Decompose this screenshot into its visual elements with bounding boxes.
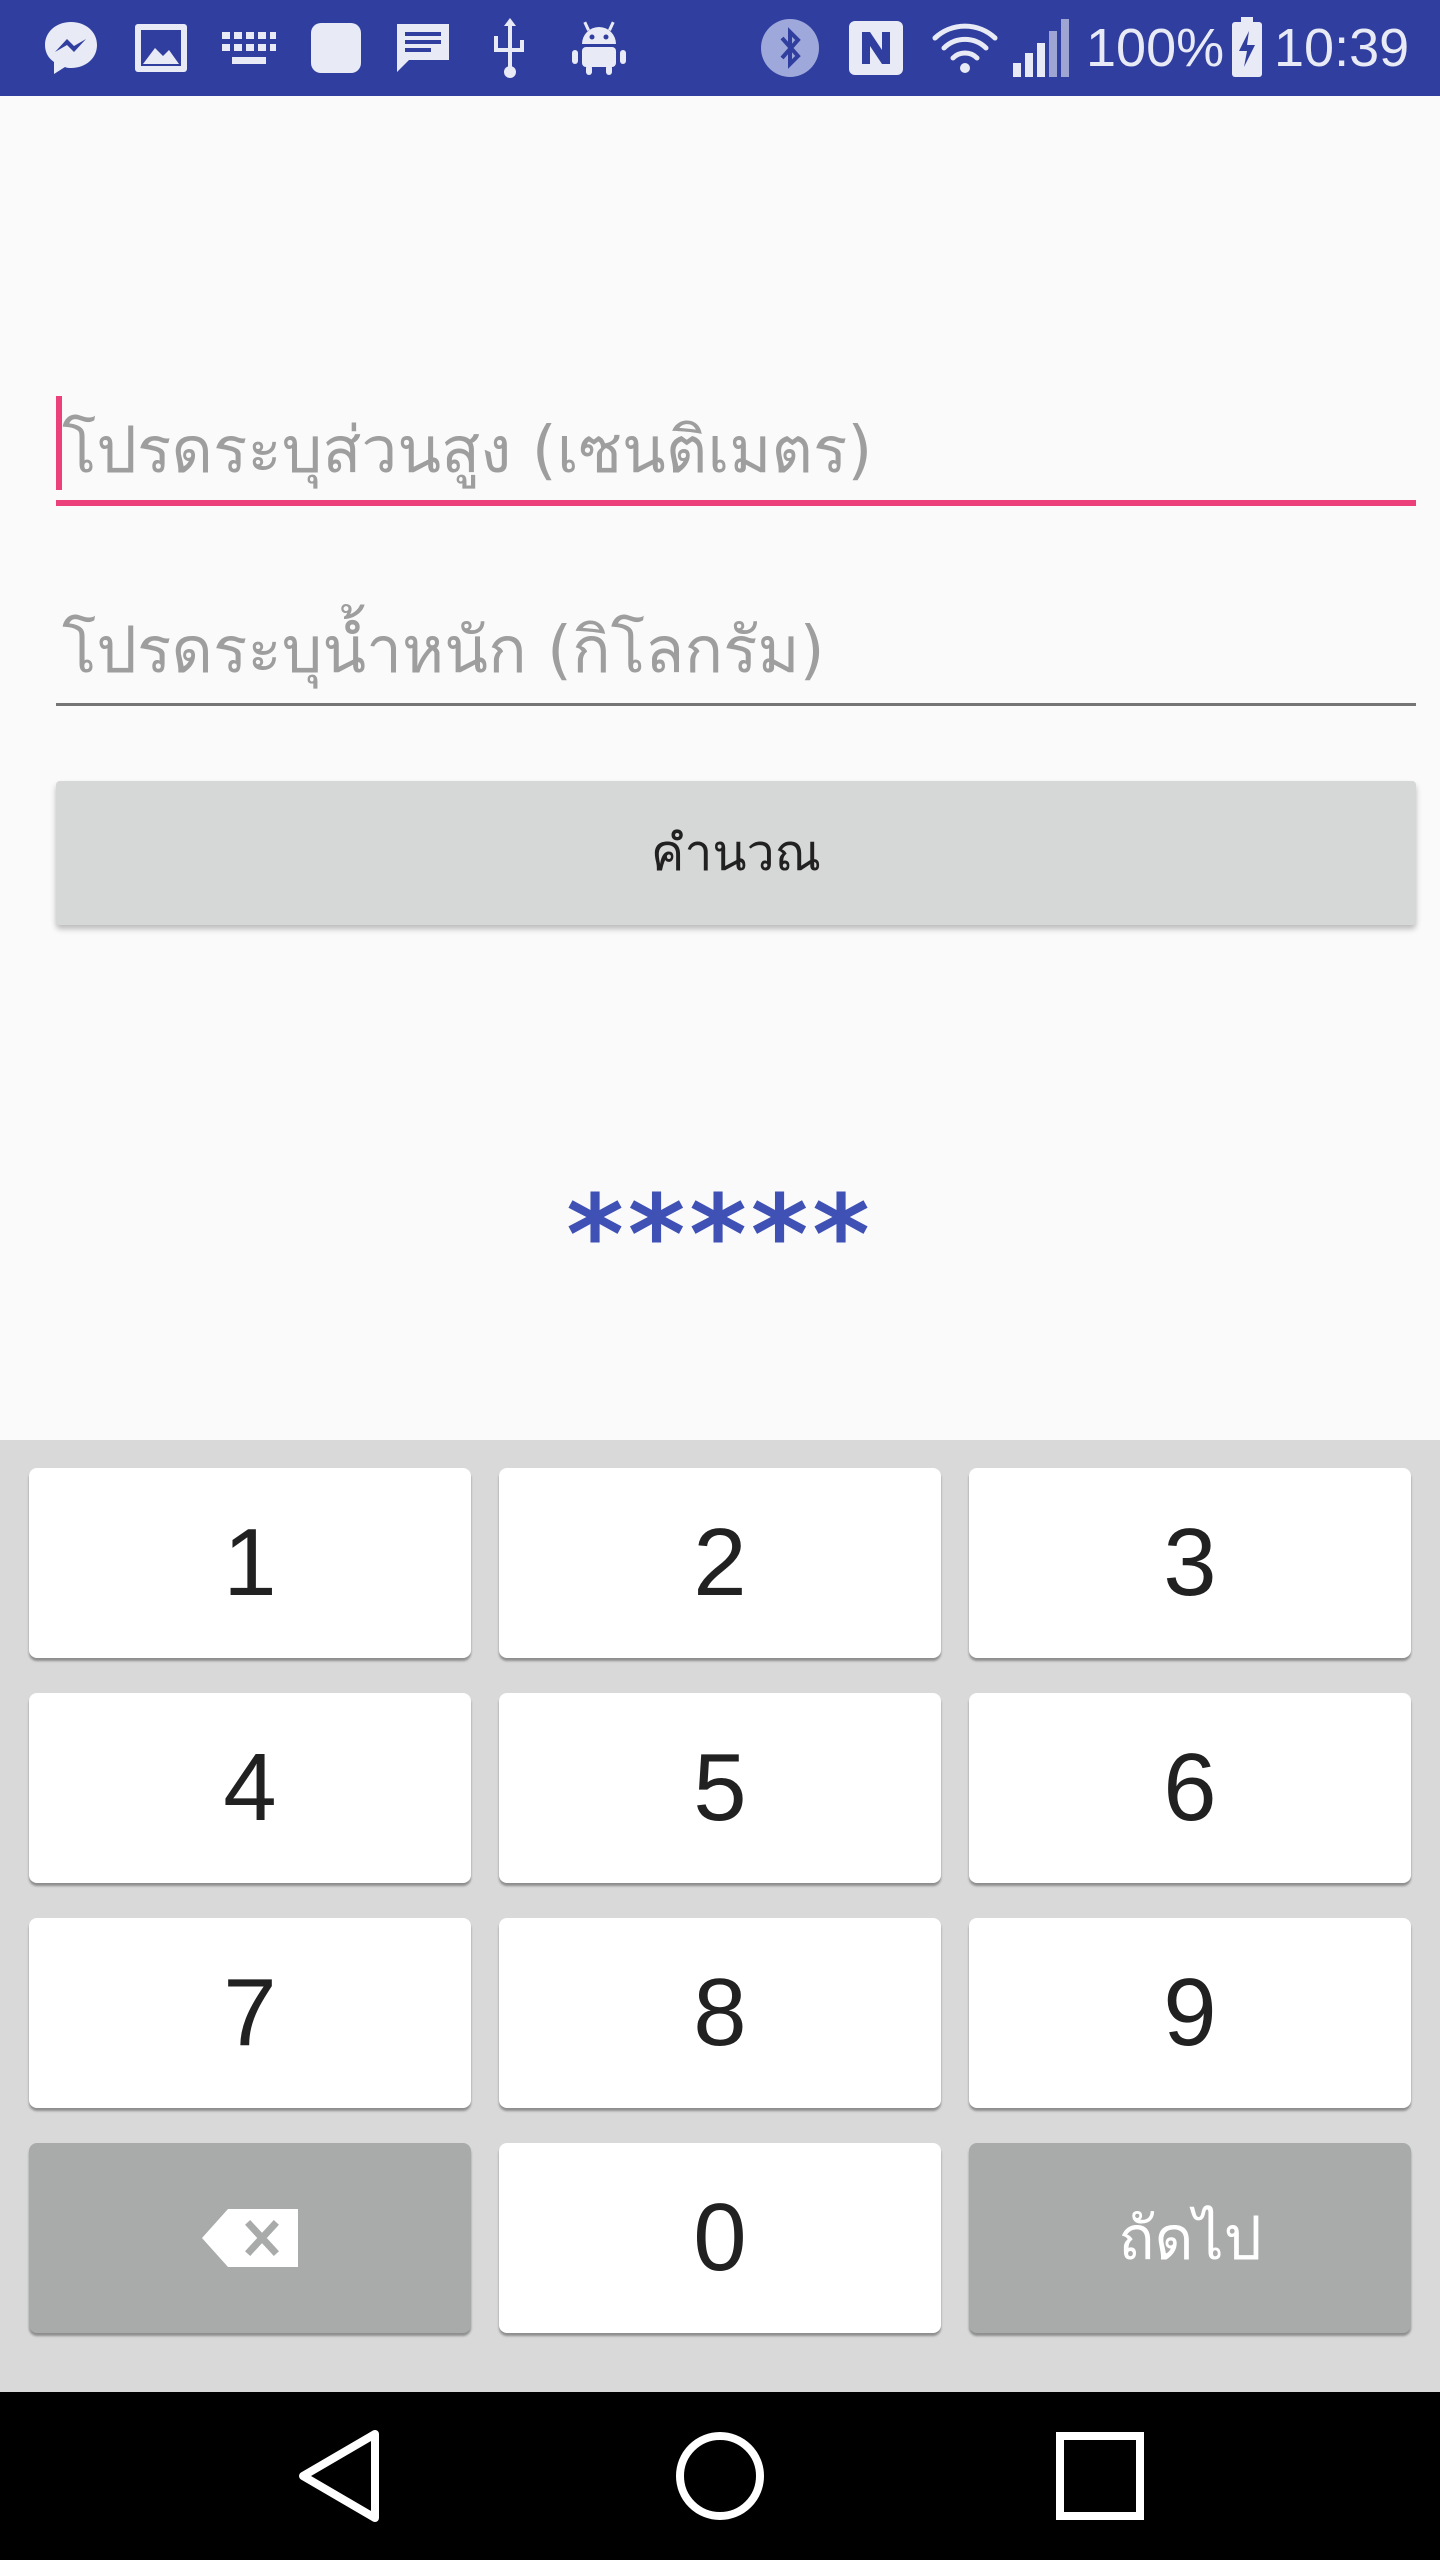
- message-icon: [394, 18, 452, 78]
- key-7[interactable]: 7: [29, 1918, 471, 2108]
- key-1[interactable]: 1: [29, 1468, 471, 1658]
- weight-input-underline: [56, 703, 1416, 706]
- weight-input[interactable]: โปรดระบุน้ำหนัก (กิโลกรัม): [56, 596, 1416, 706]
- app-icon: [308, 18, 364, 78]
- keyboard-icon: [220, 18, 278, 78]
- key-3[interactable]: 3: [969, 1468, 1411, 1658]
- gallery-icon: [132, 18, 190, 78]
- wifi-icon: [930, 18, 1000, 78]
- signal-icon: [1010, 18, 1072, 78]
- backspace-key[interactable]: [29, 2143, 471, 2333]
- key-5[interactable]: 5: [499, 1693, 941, 1883]
- key-8[interactable]: 8: [499, 1918, 941, 2108]
- calculate-button[interactable]: คำนวณ: [56, 781, 1416, 925]
- height-placeholder: โปรดระบุส่วนสูง (เซนติเมตร): [62, 414, 873, 488]
- back-icon[interactable]: [280, 2416, 400, 2536]
- battery-charging-icon: [1228, 17, 1266, 78]
- backspace-icon: [202, 2209, 298, 2267]
- next-key-label: ถัดไป: [1118, 2203, 1262, 2274]
- calculate-button-label: คำนวณ: [650, 823, 822, 882]
- key-6[interactable]: 6: [969, 1693, 1411, 1883]
- key-0[interactable]: 0: [499, 2143, 941, 2333]
- weight-placeholder: โปรดระบุน้ำหนัก (กิโลกรัม): [62, 614, 825, 688]
- navigation-bar: [0, 2392, 1440, 2560]
- home-icon[interactable]: [660, 2416, 780, 2536]
- clock: 10:39: [1274, 18, 1410, 78]
- messenger-icon: [40, 18, 102, 78]
- key-9[interactable]: 9: [969, 1918, 1411, 2108]
- status-bar: 100% 10:39: [0, 0, 1440, 96]
- battery-percentage: 100%: [1086, 18, 1225, 78]
- bluetooth-icon: [758, 18, 822, 78]
- usb-icon: [490, 18, 530, 78]
- result-text: *****: [566, 1171, 874, 1299]
- recents-icon[interactable]: [1040, 2416, 1160, 2536]
- next-key[interactable]: ถัดไป: [969, 2143, 1411, 2333]
- android-debug-icon: [570, 18, 628, 78]
- key-4[interactable]: 4: [29, 1693, 471, 1883]
- text-cursor: [56, 396, 62, 490]
- height-input[interactable]: โปรดระบุส่วนสูง (เซนติเมตร): [56, 396, 1416, 506]
- numeric-keyboard: 1 2 3 4 5 6 7 8 9 0 ถัดไป: [0, 1440, 1440, 2392]
- key-2[interactable]: 2: [499, 1468, 941, 1658]
- height-input-underline: [56, 500, 1416, 506]
- nfc-icon: [846, 18, 906, 78]
